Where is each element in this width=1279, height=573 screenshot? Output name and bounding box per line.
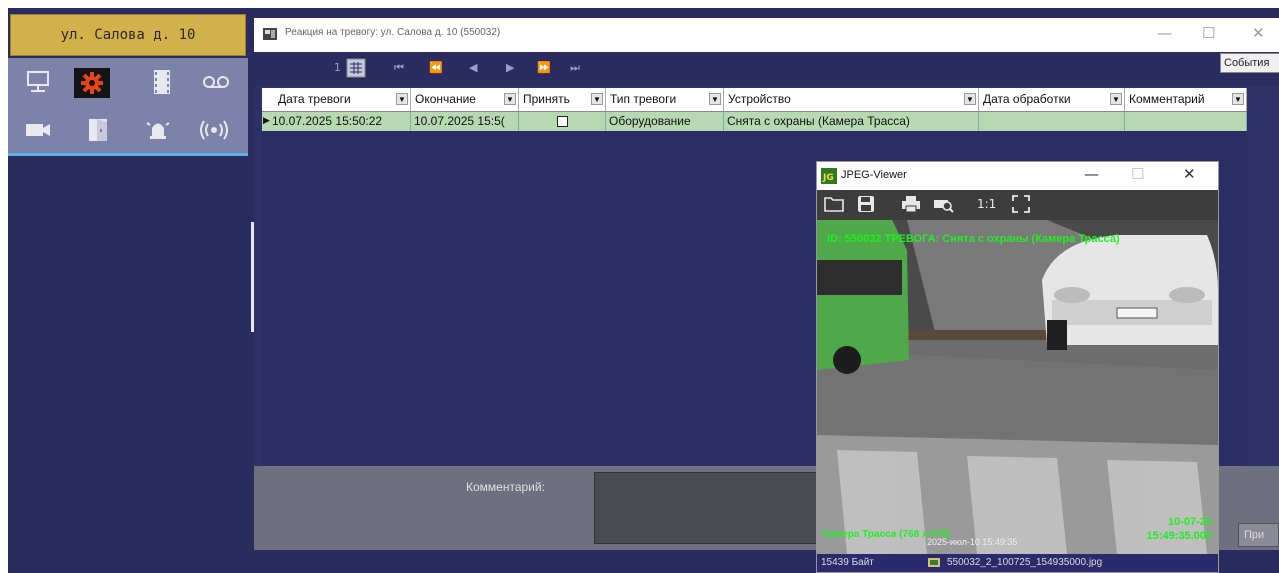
snapshot-image [817,220,1218,554]
column-device[interactable]: Устройство ▼ [724,88,979,111]
window-titlebar: Реакция на тревогу: ул. Салова д. 10 (55… [254,18,1279,52]
fullscreen-icon[interactable] [1012,195,1030,217]
cell-alarm-date[interactable]: 10.07.2025 15:50:22 [262,112,411,131]
monitor-icon[interactable] [24,68,52,96]
close-button[interactable]: ✕ [1252,24,1265,42]
first-icon[interactable]: ⏮ [394,61,404,75]
address-label: ул. Салова д. 10 [60,27,196,43]
voicemail-icon[interactable] [202,68,230,96]
grid-icon[interactable] [346,58,366,81]
column-comment[interactable]: Комментарий ▼ [1125,88,1247,111]
accept-button[interactable]: При [1238,523,1279,547]
image-file-icon [927,555,941,572]
column-end[interactable]: Окончание ▼ [411,88,519,111]
chevron-down-icon[interactable]: ▼ [964,93,976,105]
cell-end[interactable]: 10.07.2025 15:5( [411,112,519,131]
minimize-button[interactable]: — [1157,24,1172,42]
chevron-down-icon[interactable]: ▼ [709,93,721,105]
icon-panel [8,58,248,156]
cell-alarm-type[interactable]: Оборудование [606,112,724,131]
column-alarm-type[interactable]: Тип тревоги ▼ [606,88,724,111]
cell-comment[interactable] [1125,112,1247,131]
accept-checkbox[interactable] [556,116,568,127]
next-page-icon[interactable]: ⏩ [537,61,551,74]
column-processed-date[interactable]: Дата обработки ▼ [979,88,1125,111]
actual-size-button[interactable]: 1:1 [977,197,996,211]
events-button[interactable]: События [1220,53,1279,73]
alarm-bell-icon[interactable] [144,116,172,144]
chevron-down-icon[interactable]: ▼ [1232,93,1244,105]
cell-device[interactable]: Снята с охраны (Камера Трасса) [724,112,979,131]
app-icon [263,28,277,40]
overlay-alarm-text: ID: 550032 ТРЕВОГА: Снята с охраны (Каме… [827,233,1120,245]
file-size: 15439 Байт [821,557,874,568]
address-panel[interactable]: ул. Салова д. 10 [10,14,246,56]
column-alarm-date[interactable]: Дата тревоги ▼ [262,88,411,111]
save-icon[interactable] [857,195,875,217]
viewer-titlebar: JG JPEG-Viewer — ☐ ✕ [817,162,1218,190]
chevron-down-icon[interactable]: ▼ [591,93,603,105]
cell-accept[interactable] [519,112,606,131]
print-icon[interactable] [901,195,921,217]
file-name: 550032_2_100725_154935000.jpg [947,557,1103,568]
settings-gear-icon[interactable] [74,68,110,98]
next-icon[interactable]: ▶ [506,61,514,74]
camera-icon[interactable] [24,116,52,144]
overlay-timestamp: 2025-июл-10 15:49:35 [927,537,1018,547]
camera-snapshot[interactable]: ID: 550032 ТРЕВОГА: Снята с охраны (Каме… [817,220,1218,554]
viewer-maximize-button[interactable]: ☐ [1131,165,1144,183]
window-title: Реакция на тревогу: ул. Салова д. 10 (55… [285,27,501,38]
jpeg-app-icon: JG [821,168,837,184]
overlay-date: 10-07-25 [1167,516,1212,528]
prev-icon[interactable]: ◀ [469,61,477,74]
comment-label: Комментарий: [466,480,545,494]
jpeg-viewer-window: JG JPEG-Viewer — ☐ ✕ 1:1 ID: 550032 ТРЕВ… [816,161,1219,573]
chevron-down-icon[interactable]: ▼ [396,93,408,105]
viewer-close-button[interactable]: ✕ [1183,165,1196,183]
viewer-title: JPEG-Viewer [841,169,907,181]
chevron-down-icon[interactable]: ▼ [1110,93,1122,105]
viewer-statusbar: 15439 Байт 550032_2_100725_154935000.jpg [817,554,1218,572]
column-accept[interactable]: Принять ▼ [519,88,606,111]
viewer-minimize-button[interactable]: — [1084,165,1099,183]
svg-text:JG: JG [822,173,834,183]
overlay-time: 15:49:35.000 [1146,530,1212,542]
door-icon[interactable] [84,116,112,144]
radio-signal-icon[interactable] [196,116,232,144]
table-row[interactable]: ▶ 10.07.2025 15:50:22 10.07.2025 15:5( О… [262,112,1247,131]
print-preview-icon[interactable] [933,195,955,217]
comment-input[interactable] [594,472,822,544]
viewer-toolbar: 1:1 [817,190,1218,220]
maximize-button[interactable]: ☐ [1202,24,1215,42]
cell-processed-date[interactable] [979,112,1125,131]
page-number: 1 [334,61,341,74]
chevron-down-icon[interactable]: ▼ [504,93,516,105]
navigation-toolbar: 1 ⏮ ⏪ ◀ ▶ ⏩ ⏭ [254,52,1279,86]
last-icon[interactable]: ⏭ [570,61,580,75]
grid-header: Дата тревоги ▼ Окончание ▼ Принять ▼ Тип тр… [262,88,1247,112]
film-icon[interactable] [148,68,176,96]
folder-icon[interactable] [824,195,844,217]
prev-page-icon[interactable]: ⏪ [429,61,443,74]
